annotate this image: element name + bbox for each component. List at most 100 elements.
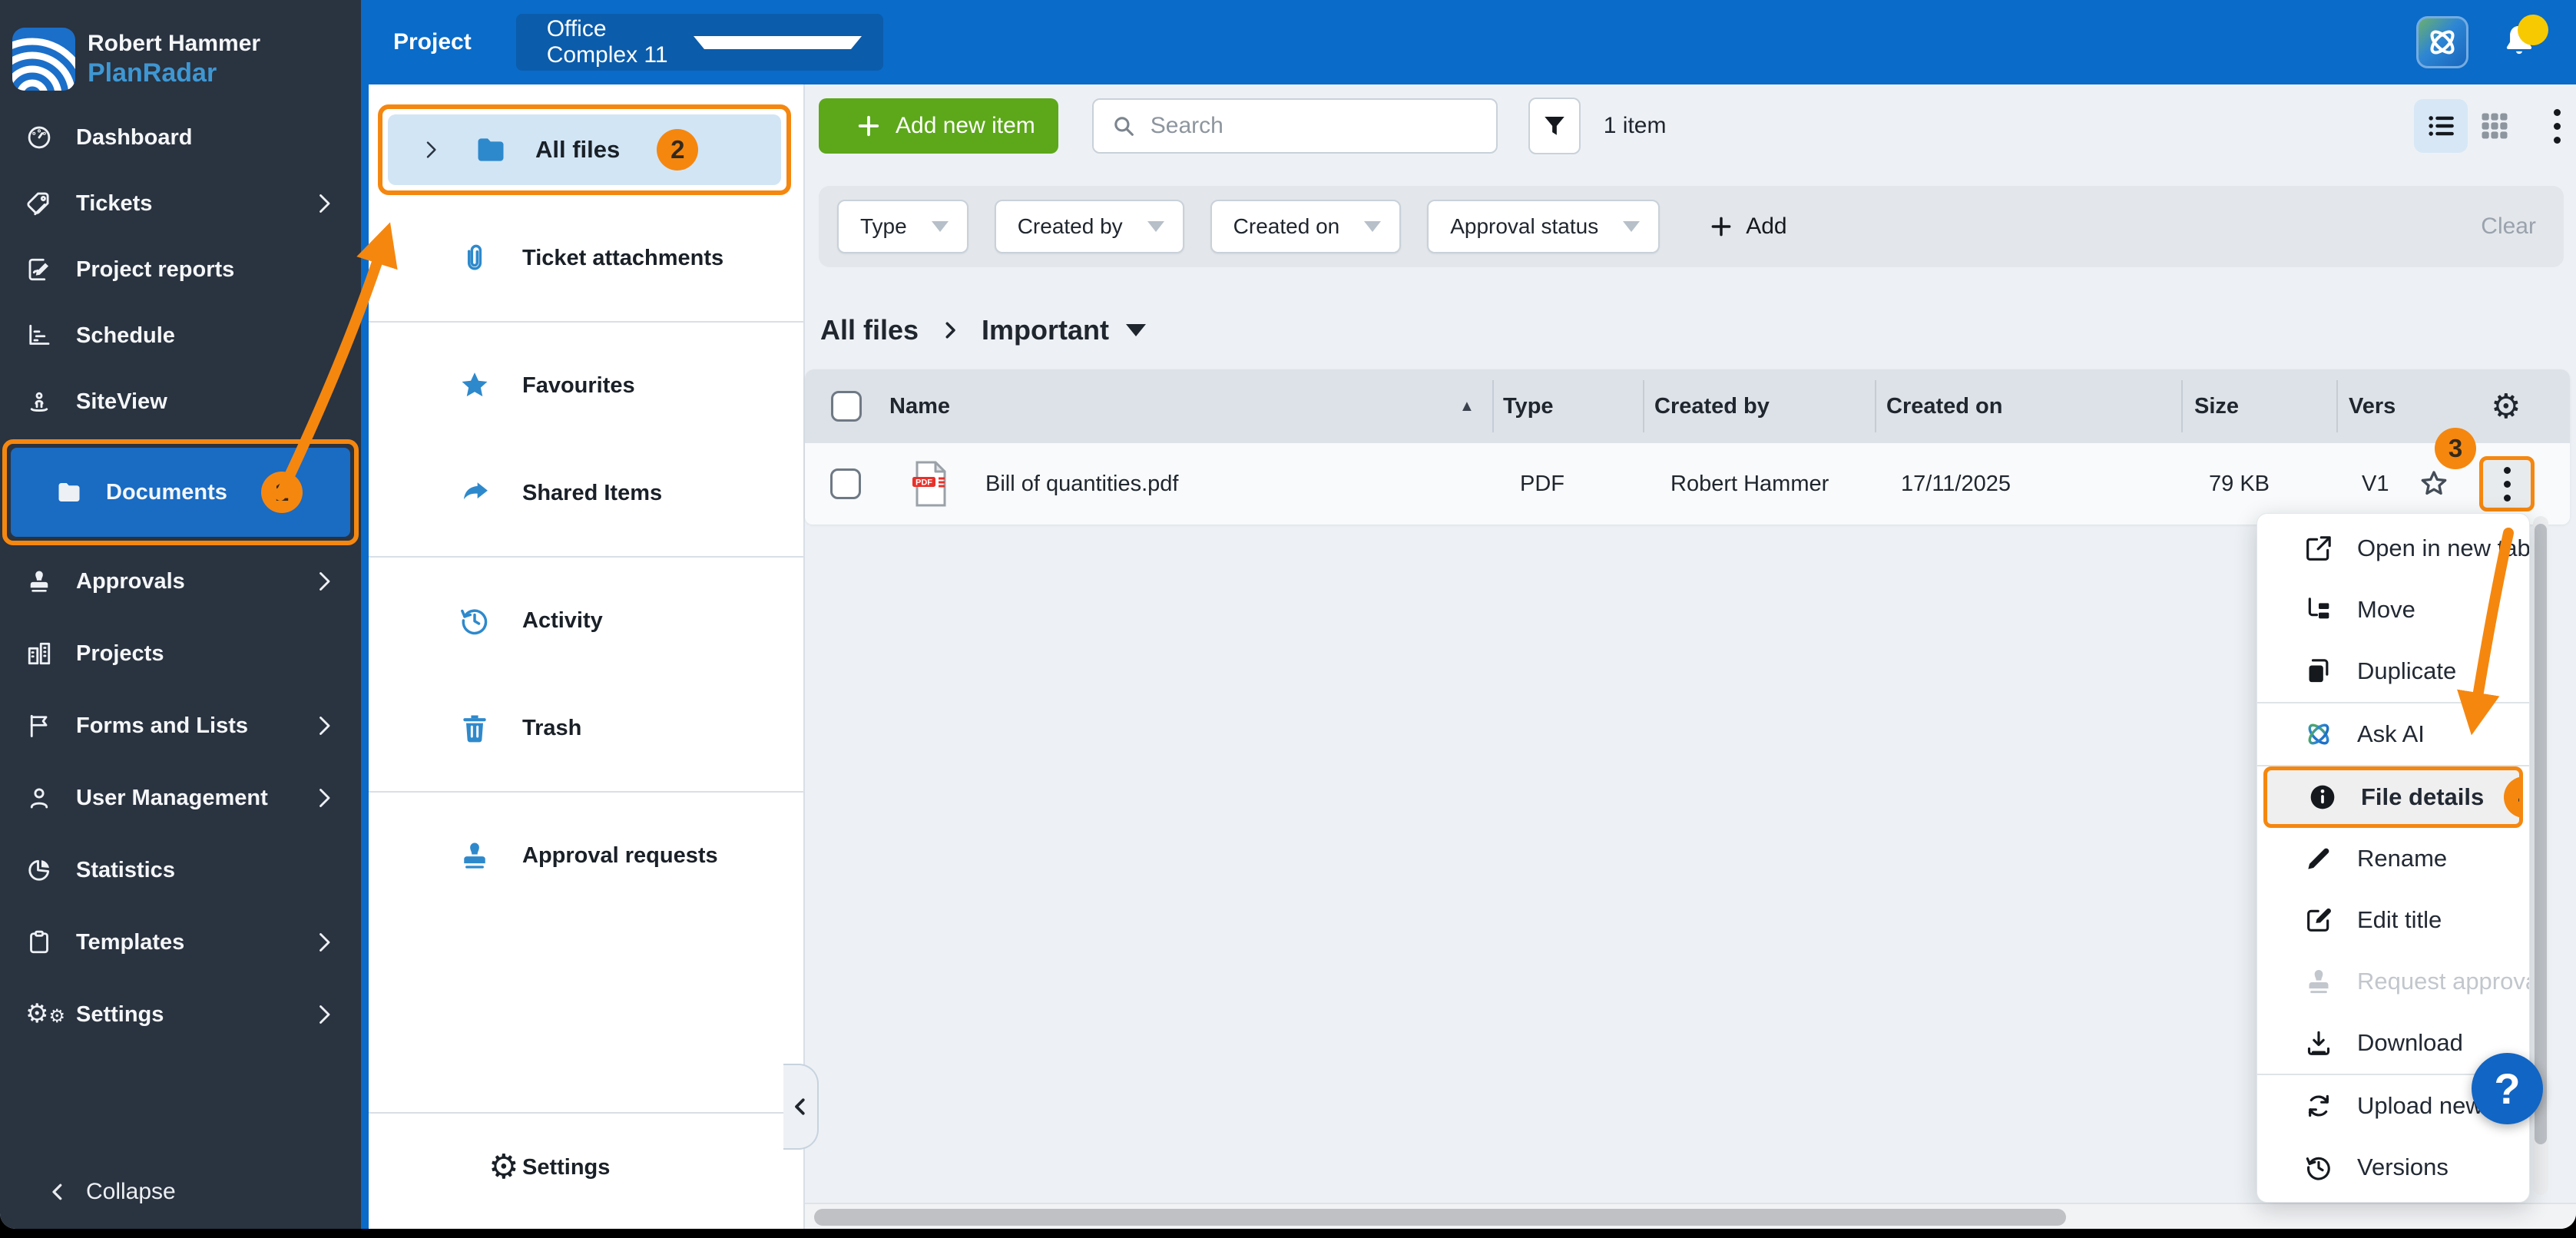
project-selector-value: Office Complex 11 xyxy=(546,16,668,68)
files-toolbar: Add new item 1 item xyxy=(819,98,2565,154)
cell-type: PDF xyxy=(1520,471,1564,496)
list-view-icon xyxy=(2424,109,2458,143)
sidebar-item-tickets[interactable]: Tickets xyxy=(0,170,361,237)
annotation-step-badge-2: 2 xyxy=(657,129,699,170)
add-filter-button[interactable]: Add xyxy=(1697,214,1787,240)
filter-pill-type[interactable]: Type xyxy=(837,200,968,253)
list-view-button[interactable] xyxy=(2414,99,2468,153)
table-header-row: Name Type Created by Created on Size Vers ▲ ⚙ xyxy=(805,369,2570,443)
chevron-down-icon xyxy=(931,221,949,232)
view-toggles xyxy=(2414,99,2565,153)
help-button[interactable]: ? xyxy=(2472,1053,2543,1124)
sidebar-item-documents[interactable]: Documents 1 xyxy=(11,448,350,537)
sidebar-item-settings[interactable]: ⚙⚙ Settings xyxy=(0,978,361,1051)
chevron-right-icon xyxy=(310,784,338,812)
column-header-created-by[interactable]: Created by xyxy=(1654,369,1770,443)
filter-pill-label: Created by xyxy=(1017,214,1123,238)
upload-version-icon xyxy=(2303,1091,2334,1121)
column-divider xyxy=(1875,380,1876,432)
sidebar-item-label: Templates xyxy=(76,929,185,955)
horizontal-scrollbar-thumb[interactable] xyxy=(814,1209,2066,1226)
filter-band: Type Created by Created on Approval stat… xyxy=(819,186,2564,267)
sidebar-item-label: Statistics xyxy=(76,857,175,882)
sidebar-item-label: Dashboard xyxy=(76,124,193,150)
row-checkbox[interactable] xyxy=(830,468,861,499)
add-filter-label: Add xyxy=(1746,214,1787,239)
user-name: Robert Hammer xyxy=(88,30,261,56)
column-header-created-on[interactable]: Created on xyxy=(1886,369,2002,443)
menu-item-open-in-new-tab[interactable]: Open in new tab xyxy=(2257,518,2529,579)
menu-item-duplicate[interactable]: Duplicate xyxy=(2257,641,2529,702)
breadcrumb: All files Important xyxy=(820,307,1147,353)
docs-panel-item-trash[interactable]: Trash xyxy=(369,674,803,782)
clipboard-icon xyxy=(25,928,53,956)
add-new-item-button[interactable]: Add new item xyxy=(819,98,1058,154)
sidebar-item-schedule[interactable]: Schedule xyxy=(0,303,361,369)
docs-panel-item-shared-items[interactable]: Shared Items xyxy=(369,439,803,547)
collapse-panel-tab[interactable] xyxy=(783,1064,819,1150)
annotation-highlight-all-files: All files 2 xyxy=(378,104,791,195)
horizontal-scrollbar xyxy=(805,1203,2576,1229)
column-header-name[interactable]: Name xyxy=(889,369,950,443)
docs-panel-item-approval-requests[interactable]: Approval requests xyxy=(369,802,803,909)
sidebar-item-dashboard[interactable]: Dashboard xyxy=(0,104,361,170)
planradar-ai-icon xyxy=(2425,25,2460,60)
row-more-options-button[interactable] xyxy=(2479,456,2535,511)
column-header-vers[interactable]: Vers xyxy=(2349,369,2396,443)
notification-bell-icon xyxy=(2499,25,2539,64)
sidebar-item-siteview[interactable]: SiteView xyxy=(0,369,361,435)
star-outline-icon xyxy=(2418,468,2450,500)
duplicate-icon xyxy=(2303,656,2334,687)
docs-panel-item-favourites[interactable]: Favourites xyxy=(369,332,803,439)
ai-assistant-button[interactable] xyxy=(2416,16,2468,68)
context-menu-scrollbar-thumb[interactable] xyxy=(2535,524,2547,1144)
docs-panel-item-activity[interactable]: Activity xyxy=(369,567,803,674)
sidebar-item-statistics[interactable]: Statistics xyxy=(0,834,361,906)
docs-panel-item-ticket-attachments[interactable]: Ticket attachments xyxy=(369,204,803,312)
pie-icon xyxy=(25,856,53,884)
sidebar-item-user-management[interactable]: User Management xyxy=(0,762,361,834)
breadcrumb-current-dropdown[interactable]: Important xyxy=(982,314,1147,346)
menu-item-edit-title[interactable]: Edit title xyxy=(2257,889,2529,951)
filter-pill-created-on[interactable]: Created on xyxy=(1210,200,1402,253)
filter-pill-approval-status[interactable]: Approval status xyxy=(1427,200,1660,253)
move-icon xyxy=(2303,594,2334,625)
clear-filters-button[interactable]: Clear xyxy=(2481,214,2536,240)
filter-pill-created-by[interactable]: Created by xyxy=(994,200,1184,253)
docs-panel-item-all-files[interactable]: All files 2 xyxy=(388,114,781,185)
column-header-type[interactable]: Type xyxy=(1503,369,1554,443)
sidebar-item-forms-and-lists[interactable]: Forms and Lists xyxy=(0,690,361,762)
chevron-right-icon xyxy=(419,137,443,162)
user-icon xyxy=(25,784,53,812)
sidebar-item-templates[interactable]: Templates xyxy=(0,906,361,978)
sidebar-item-label: Project reports xyxy=(76,257,235,282)
filter-button[interactable] xyxy=(1528,98,1581,154)
kebab-icon xyxy=(2499,462,2515,506)
menu-item-ask-ai[interactable]: Ask AI xyxy=(2257,703,2529,765)
ask-ai-icon xyxy=(2303,719,2334,750)
menu-item-versions[interactable]: Versions xyxy=(2257,1137,2529,1198)
select-all-checkbox[interactable] xyxy=(831,391,862,422)
annotation-highlight-documents: Documents 1 xyxy=(2,439,359,545)
cell-name: Bill of quantities.pdf xyxy=(985,471,1179,496)
toolbar-more-options-button[interactable] xyxy=(2549,104,2565,148)
sidebar-item-projects[interactable]: Projects xyxy=(0,617,361,690)
collapse-sidebar-button[interactable]: Collapse xyxy=(0,1155,361,1229)
sidebar-item-project-reports[interactable]: Project reports xyxy=(0,237,361,303)
table-settings-button[interactable]: ⚙ xyxy=(2491,369,2523,443)
column-header-size[interactable]: Size xyxy=(2194,369,2239,443)
menu-item-label: Open in new tab xyxy=(2357,535,2529,561)
column-divider xyxy=(1643,380,1644,432)
menu-item-rename[interactable]: Rename xyxy=(2257,828,2529,889)
menu-item-move[interactable]: Move xyxy=(2257,579,2529,641)
grid-view-button[interactable] xyxy=(2468,99,2521,153)
sort-ascending-icon: ▲ xyxy=(1459,397,1475,415)
sidebar-item-label: SiteView xyxy=(76,389,167,414)
menu-item-file-details[interactable]: File details 4 xyxy=(2263,766,2523,828)
breadcrumb-root[interactable]: All files xyxy=(820,314,919,346)
project-selector[interactable]: Office Complex 11 xyxy=(515,14,883,71)
sidebar-item-approvals[interactable]: Approvals xyxy=(0,545,361,617)
docs-panel-item-settings[interactable]: ⚙ Settings xyxy=(369,1114,803,1221)
notifications-button[interactable] xyxy=(2499,15,2548,64)
search-input[interactable] xyxy=(1148,112,1479,140)
